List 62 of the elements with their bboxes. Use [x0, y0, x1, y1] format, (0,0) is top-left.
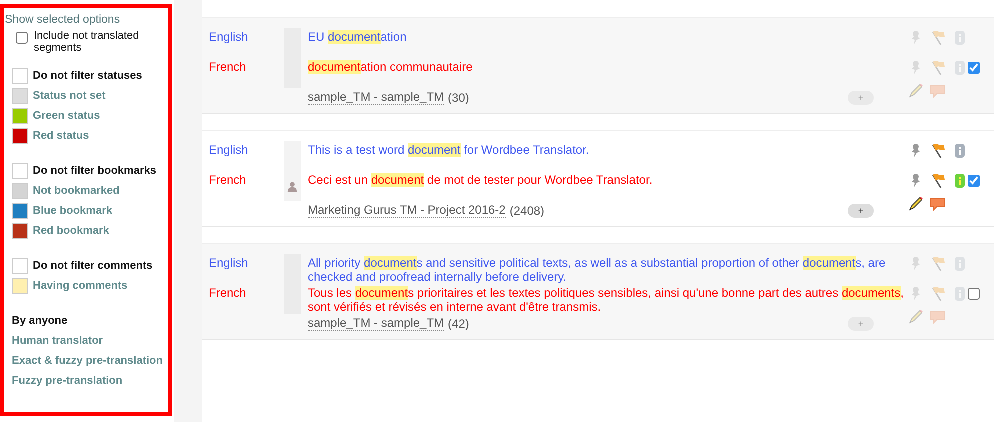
- filter-link[interactable]: Human translator: [12, 335, 104, 347]
- info-icon[interactable]: [952, 256, 968, 272]
- color-swatch[interactable]: [12, 108, 28, 124]
- match-count: (42): [448, 316, 470, 330]
- color-swatch[interactable]: [12, 88, 28, 104]
- tm-link[interactable]: sample_TM - sample_TM: [308, 316, 444, 331]
- flag-icon[interactable]: [930, 173, 946, 189]
- filter-header[interactable]: Do not filter bookmarks: [33, 165, 156, 177]
- comment-icon[interactable]: [930, 196, 946, 212]
- pencil-icon[interactable]: [908, 196, 924, 212]
- segment-text[interactable]: EU documentation: [301, 28, 908, 44]
- info-icon[interactable]: [952, 173, 968, 189]
- panel-title: Show selected options: [5, 14, 122, 26]
- tm-link[interactable]: Marketing Gurus TM - Project 2016-2: [308, 203, 506, 218]
- add-button[interactable]: +: [848, 90, 874, 104]
- filter-option[interactable]: Green status: [33, 110, 100, 122]
- segment-text[interactable]: Ceci est un document de mot de tester pour Wordbee Translator.: [301, 171, 908, 187]
- color-swatch[interactable]: [12, 183, 28, 199]
- comment-icon[interactable]: [930, 308, 946, 324]
- filter-option[interactable]: Not bookmarked: [33, 185, 120, 197]
- info-icon[interactable]: [952, 30, 968, 46]
- add-button[interactable]: +: [848, 316, 874, 330]
- person-icon: [287, 180, 298, 192]
- segment-text[interactable]: Tous les documents prioritaires et les textes politiques sensibles, ainsi qu'une bonne part des autres documents, sont vérifiés et révisés en interne avant d'être transmis.: [301, 284, 908, 314]
- filter-option[interactable]: Red status: [33, 130, 90, 142]
- match-count: (30): [448, 90, 470, 104]
- filter-link[interactable]: Exact & fuzzy pre-translation: [12, 355, 163, 367]
- segment-text[interactable]: All priority documents and sensitive political texts, as well as a substantial proportion of other documents, are checked and proofread internally before delivery.: [301, 254, 908, 284]
- language-label: English: [208, 255, 250, 270]
- segment-checkbox[interactable]: [968, 62, 980, 74]
- filter-option[interactable]: Status not set: [33, 90, 106, 102]
- flag-icon[interactable]: [930, 143, 946, 159]
- color-swatch[interactable]: [12, 278, 28, 294]
- add-button[interactable]: +: [848, 204, 874, 218]
- color-swatch[interactable]: [12, 128, 28, 144]
- language-label: French: [208, 59, 248, 74]
- segment-checkbox[interactable]: [968, 288, 980, 300]
- comment-icon[interactable]: [930, 82, 946, 98]
- segment-text[interactable]: documentation communautaire: [301, 58, 908, 74]
- tm-link[interactable]: sample_TM - sample_TM: [308, 90, 444, 105]
- filter-option[interactable]: Red bookmark: [33, 225, 110, 237]
- filter-title: By anyone: [12, 315, 68, 327]
- segment-checkbox[interactable]: [968, 175, 980, 187]
- match-count: (2408): [510, 204, 545, 218]
- segment-text[interactable]: This is a test word document for Wordbee Translator.: [301, 141, 908, 157]
- language-label: English: [208, 142, 250, 157]
- filter-header[interactable]: Do not filter statuses: [33, 70, 142, 82]
- include-checkbox[interactable]: [16, 32, 28, 44]
- filter-header[interactable]: Do not filter comments: [33, 260, 153, 272]
- info-icon[interactable]: [952, 143, 968, 159]
- color-swatch[interactable]: [12, 163, 28, 179]
- filter-option[interactable]: Having comments: [33, 280, 128, 292]
- filter-option[interactable]: Blue bookmark: [33, 205, 112, 217]
- color-swatch[interactable]: [12, 203, 28, 219]
- color-swatch[interactable]: [12, 223, 28, 239]
- language-label: French: [208, 172, 248, 187]
- include-label: Include not translated segments: [34, 30, 140, 54]
- language-label: French: [208, 285, 248, 300]
- color-swatch[interactable]: [12, 258, 28, 274]
- filter-link[interactable]: Fuzzy pre-translation: [12, 375, 123, 387]
- color-swatch[interactable]: [12, 68, 28, 84]
- language-label: English: [208, 29, 250, 44]
